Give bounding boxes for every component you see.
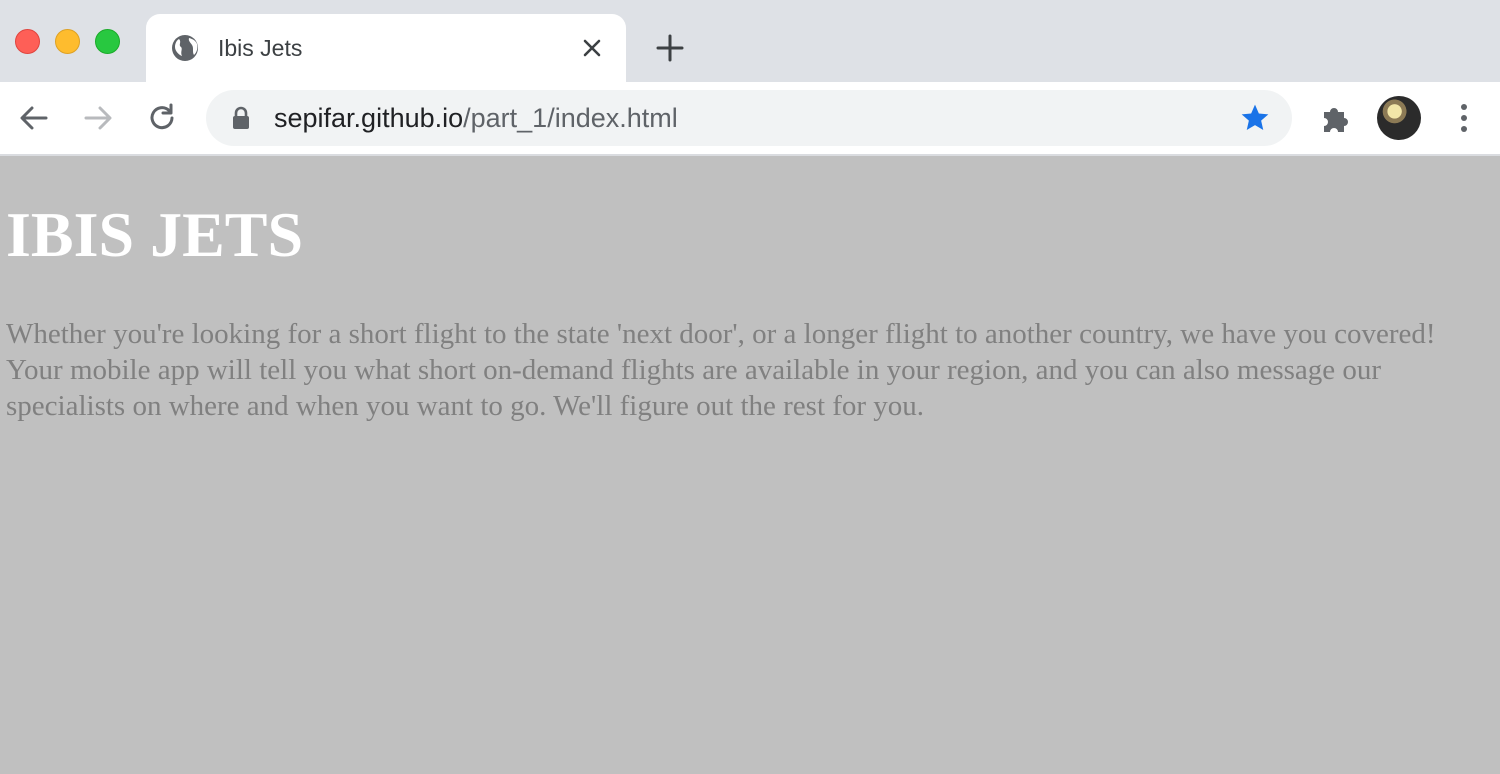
lock-icon[interactable] [230, 106, 252, 130]
arrow-left-icon[interactable] [16, 100, 52, 136]
browser-window: Ibis Jets sepifar.github.io/part_1/index… [0, 0, 1500, 774]
kebab-menu-icon[interactable] [1448, 100, 1480, 136]
browser-toolbar: sepifar.github.io/part_1/index.html [0, 82, 1500, 156]
arrow-right-icon[interactable] [80, 100, 116, 136]
new-tab-button[interactable] [654, 32, 686, 64]
tab-title: Ibis Jets [218, 35, 303, 61]
intro-paragraph: Whether you're looking for a short fligh… [6, 318, 1436, 422]
maximize-window-button[interactable] [95, 29, 120, 54]
star-icon[interactable] [1238, 102, 1272, 134]
url-domain: sepifar.github.io [274, 103, 464, 133]
url-path: /part_1/index.html [463, 103, 678, 133]
avatar[interactable] [1377, 96, 1421, 140]
url-text[interactable]: sepifar.github.io/part_1/index.html [274, 103, 678, 133]
close-icon[interactable] [580, 36, 604, 60]
page-title: IBIS JETS [6, 199, 304, 270]
puzzle-icon[interactable] [1318, 100, 1354, 136]
close-window-button[interactable] [15, 29, 40, 54]
globe-icon [172, 35, 198, 61]
minimize-window-button[interactable] [55, 29, 80, 54]
page-content: IBIS JETS Whether you're looking for a s… [0, 156, 1500, 774]
tab-strip: Ibis Jets [0, 0, 1500, 82]
reload-icon[interactable] [144, 100, 180, 136]
address-bar[interactable]: sepifar.github.io/part_1/index.html [206, 90, 1292, 146]
tab-ibis-jets[interactable]: Ibis Jets [146, 14, 626, 82]
